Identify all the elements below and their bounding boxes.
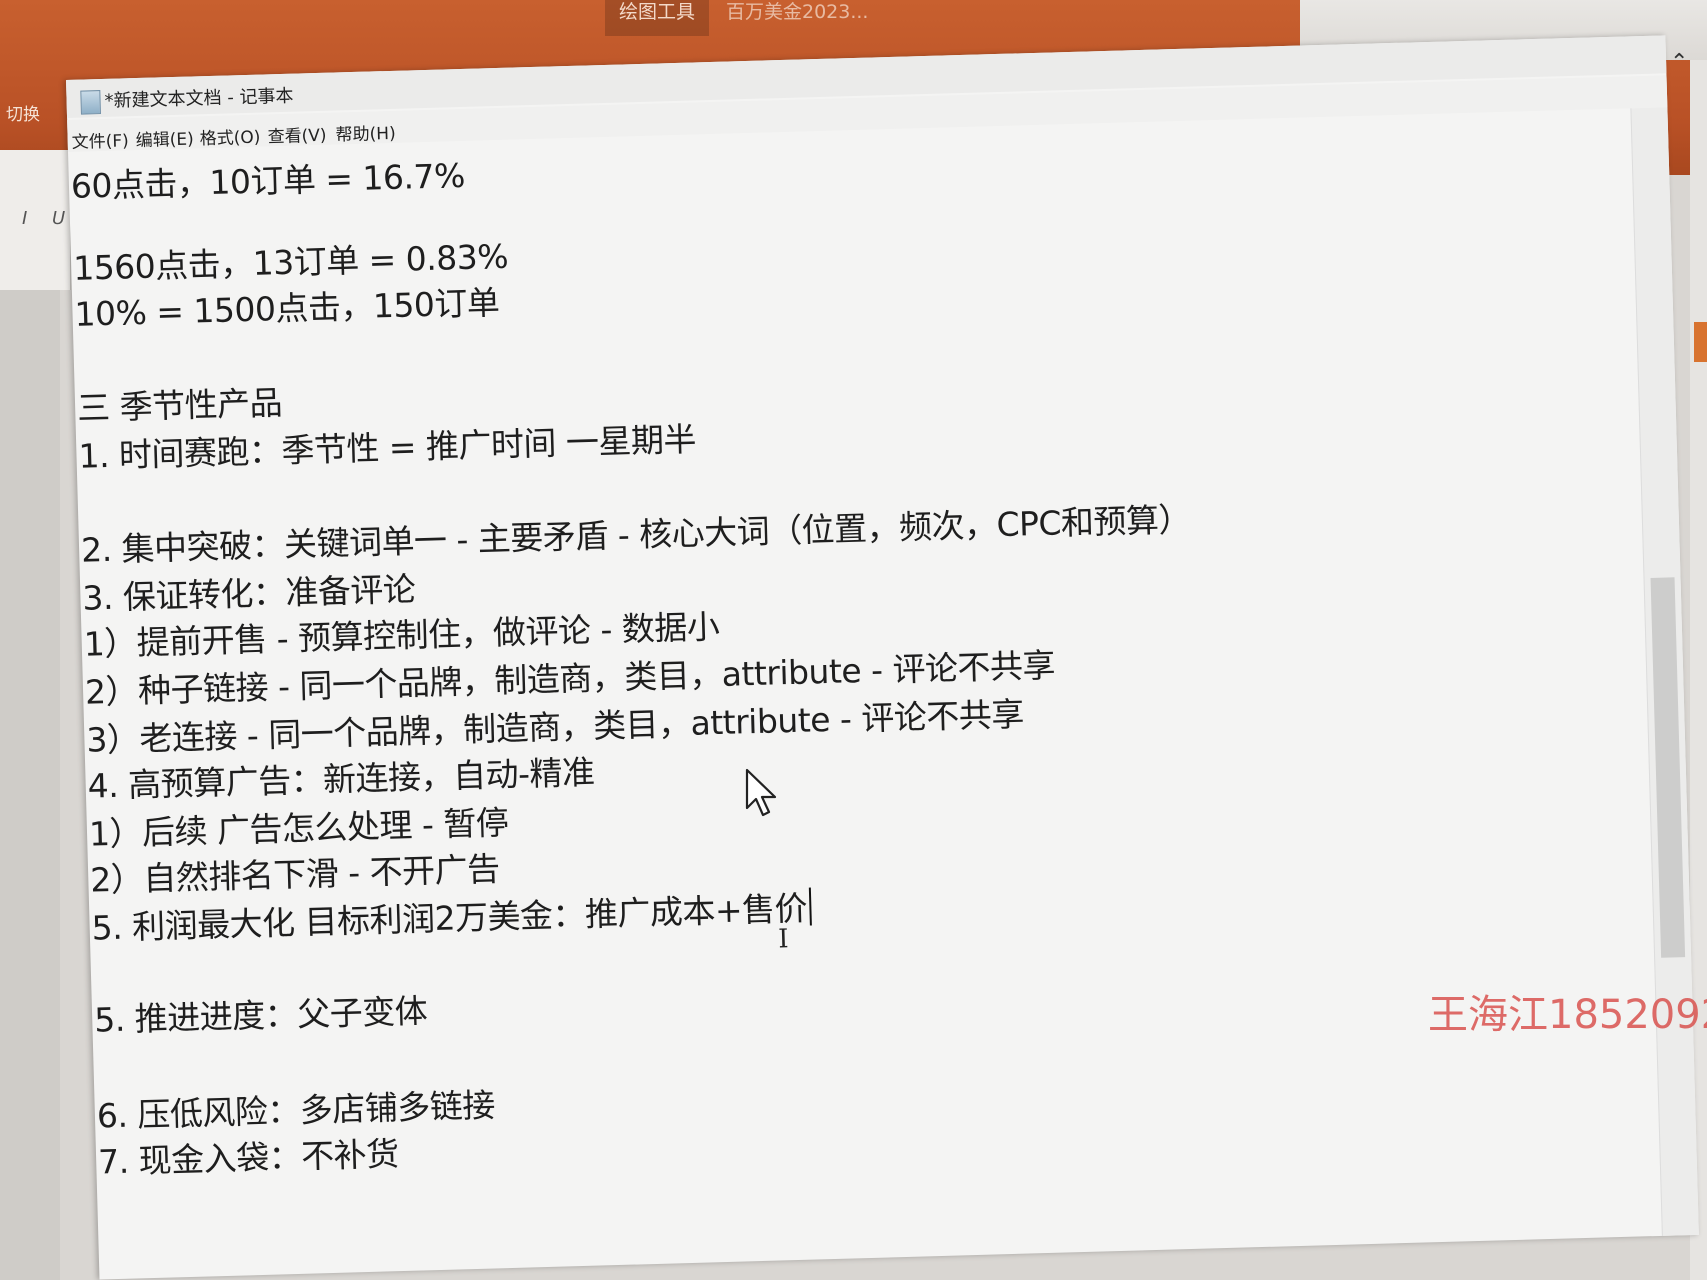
text-line: 2. 集中突破：关键词单一 - 主要矛盾 - 核心大词（位置，频次，CPC和预算…: [80, 499, 1192, 570]
tab-document-title[interactable]: 百万美金2023...: [712, 0, 882, 36]
text-line: 6. 压低风险：多店铺多链接: [96, 1085, 496, 1136]
menu-file[interactable]: 文件(F): [71, 126, 129, 153]
window-title: *新建文本文档 - 记事本: [104, 85, 294, 112]
notepad-app-icon: [80, 90, 101, 115]
background-format-toolbar: I U: [0, 150, 71, 290]
orange-marker: [1694, 322, 1707, 362]
collapse-chevron-icon[interactable]: ⌃: [1670, 50, 1688, 75]
mouse-pointer-icon: [745, 768, 777, 817]
watermark-text: 王海江1852092: [1428, 992, 1707, 1038]
text-line: 60点击，10订单 = 16.7%: [70, 155, 466, 206]
text-ibeam-icon: I: [777, 924, 789, 955]
notepad-window: *新建文本文档 - 记事本 文件(F) 编辑(E) 格式(O) 查看(V) 帮助…: [66, 35, 1699, 1280]
text-line: 7. 现金入袋：不补货: [97, 1134, 400, 1182]
menu-help[interactable]: 帮助(H): [335, 119, 396, 146]
text-caret: [808, 887, 812, 926]
underline-button[interactable]: U: [52, 208, 65, 229]
text-line: 三 季节性产品: [76, 383, 283, 428]
menu-edit[interactable]: 编辑(E): [135, 124, 194, 151]
scroll-thumb[interactable]: [1650, 577, 1686, 958]
text-line: 5. 推进进度：父子变体: [93, 991, 428, 1040]
menu-view[interactable]: 查看(V): [267, 121, 326, 148]
text-editor[interactable]: 60点击，10订单 = 16.7% 1560点击，13订单 = 0.83% 10…: [68, 109, 1649, 1280]
tab-drawing-tools[interactable]: 绘图工具: [605, 0, 710, 36]
background-left-panel: [0, 290, 60, 1280]
switch-label[interactable]: 切换: [6, 100, 40, 125]
menu-format[interactable]: 格式(O): [199, 123, 260, 150]
italic-button[interactable]: I: [22, 208, 27, 229]
